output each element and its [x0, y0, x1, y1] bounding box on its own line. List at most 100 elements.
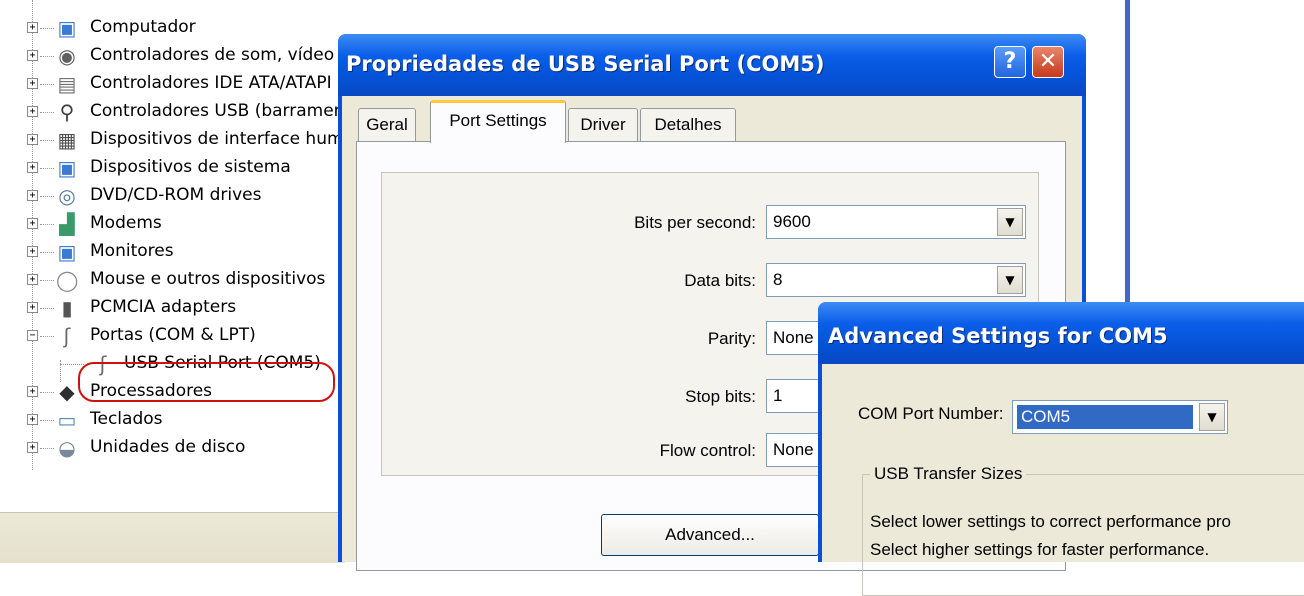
tree-connector-line — [40, 56, 54, 57]
tab-port-settings[interactable]: Port Settings — [430, 100, 566, 143]
usb-icon: ⚲ — [59, 100, 75, 124]
tree-item-label: Mouse e outros dispositivos — [90, 269, 326, 289]
tree-connector-line — [40, 280, 54, 281]
close-button[interactable]: ✕ — [1032, 46, 1064, 78]
parity-label: Parity: — [707, 329, 756, 348]
dialog-title: Advanced Settings for COM5 — [828, 324, 1168, 348]
expand-icon[interactable]: + — [27, 50, 38, 61]
status-bar — [0, 512, 345, 563]
tree-connector-line — [40, 140, 54, 141]
modem-icon: ▟ — [59, 212, 75, 236]
usb-transfer-sizes-legend: USB Transfer Sizes — [870, 464, 1027, 484]
tree-item-label: Computador — [90, 17, 196, 37]
tree-connector-line — [40, 392, 54, 393]
tree-item-label: Teclados — [90, 409, 163, 429]
tree-item-label: PCMCIA adapters — [90, 297, 237, 317]
tree-connector-line — [40, 448, 54, 449]
expand-icon[interactable]: + — [27, 274, 38, 285]
expand-icon[interactable]: + — [27, 78, 38, 89]
tree-item[interactable]: + ▣ Dispositivos de sistema — [0, 154, 345, 182]
expand-icon[interactable]: + — [27, 386, 38, 397]
tab-geral[interactable]: Geral — [358, 108, 416, 142]
tree-connector-line — [60, 364, 84, 365]
bits-per-second-value: 9600 — [773, 212, 811, 231]
stop-bits-value: 1 — [773, 386, 783, 405]
tree-item-label: DVD/CD-ROM drives — [90, 185, 262, 205]
tree-connector-line — [40, 308, 54, 309]
tree-connector-line — [40, 336, 54, 337]
tree-item-label: Controladores de som, vídeo — [90, 45, 335, 65]
data-bits-label: Data bits: — [684, 271, 756, 290]
tree-connector-line — [40, 420, 54, 421]
expand-icon[interactable]: + — [27, 414, 38, 425]
expand-icon[interactable]: + — [27, 218, 38, 229]
bits-per-second-label: Bits per second: — [634, 213, 756, 232]
tree-item-label: Controladores IDE ATA/ATAPI — [90, 73, 332, 93]
data-bits-value: 8 — [773, 270, 783, 289]
usb-transfer-sizes-group — [862, 474, 1304, 596]
chevron-down-icon[interactable]: ▼ — [997, 266, 1023, 294]
com-port-select[interactable]: COM5 ▼ — [1012, 400, 1228, 434]
keyboard-icon: ▭ — [57, 408, 77, 432]
ide-icon: ▤ — [57, 72, 77, 96]
stop-bits-label: Stop bits: — [685, 387, 756, 406]
system-icon: ▣ — [57, 156, 77, 180]
tree-item-label: Dispositivos de interface humana — [90, 129, 376, 149]
tree-item[interactable]: − ʃ Portas (COM & LPT) — [0, 322, 345, 350]
higher-settings-note: Select higher settings for faster perfor… — [870, 540, 1210, 559]
title-bar[interactable]: Advanced Settings for COM5 — [818, 302, 1304, 364]
tree-item[interactable]: + ▤ Controladores IDE ATA/ATAPI — [0, 70, 345, 98]
tree-connector-line — [40, 112, 54, 113]
tree-item-label: Monitores — [90, 241, 174, 261]
tree-connector-line — [40, 168, 54, 169]
expand-icon[interactable]: + — [27, 162, 38, 173]
tree-item-label: Dispositivos de sistema — [90, 157, 291, 177]
tree-item-label: Portas (COM & LPT) — [90, 325, 256, 345]
tree-connector-line — [40, 252, 54, 253]
tree-item[interactable]: + ◯ Mouse e outros dispositivos — [0, 266, 345, 294]
dialog-title: Propriedades de USB Serial Port (COM5) — [346, 52, 825, 76]
help-button[interactable]: ? — [994, 46, 1026, 78]
tab-detalhes[interactable]: Detalhes — [640, 108, 736, 142]
computer-icon: ▣ — [57, 16, 77, 40]
tree-item[interactable]: + ◉ Controladores de som, vídeo — [0, 42, 345, 70]
tree-item[interactable]: + ▭ Teclados — [0, 406, 345, 434]
tab-driver[interactable]: Driver — [568, 108, 638, 142]
collapse-icon[interactable]: − — [27, 330, 38, 341]
expand-icon[interactable]: + — [27, 106, 38, 117]
data-bits-select[interactable]: 8 ▼ — [766, 263, 1026, 297]
tree-item[interactable]: + ▣ Monitores — [0, 238, 345, 266]
tree-item[interactable]: + ◎ DVD/CD-ROM drives — [0, 182, 345, 210]
tree-item-label: Controladores USB (barramento — [90, 101, 362, 121]
chevron-down-icon[interactable]: ▼ — [997, 208, 1023, 236]
monitor-icon: ▣ — [57, 240, 77, 264]
tree-item[interactable]: + ▮ PCMCIA adapters — [0, 294, 345, 322]
pcmcia-icon: ▮ — [61, 296, 73, 320]
advanced-button[interactable]: Advanced... — [601, 514, 819, 556]
title-bar[interactable]: Propriedades de USB Serial Port (COM5) ?… — [338, 34, 1086, 96]
tree-connector-line — [40, 196, 54, 197]
hid-icon: ▦ — [57, 128, 77, 152]
bits-per-second-select[interactable]: 9600 ▼ — [766, 205, 1026, 239]
tree-item[interactable]: + ⚲ Controladores USB (barramento — [0, 98, 362, 126]
tree-connector-line — [40, 28, 54, 29]
highlight-annotation — [78, 362, 335, 402]
expand-icon[interactable]: + — [27, 190, 38, 201]
tree-item[interactable]: + ▦ Dispositivos de interface humana — [0, 126, 375, 154]
chevron-down-icon[interactable]: ▼ — [1199, 403, 1225, 431]
expand-icon[interactable]: + — [27, 134, 38, 145]
tree-item[interactable]: + ▣ Computador — [0, 14, 345, 42]
expand-icon[interactable]: + — [27, 246, 38, 257]
expand-icon[interactable]: + — [27, 22, 38, 33]
expand-icon[interactable]: + — [27, 442, 38, 453]
tree-connector-line — [40, 224, 54, 225]
parity-value: None — [773, 328, 814, 347]
expand-icon[interactable]: + — [27, 302, 38, 313]
tree-item[interactable]: + ▟ Modems — [0, 210, 345, 238]
flow-control-label: Flow control: — [659, 441, 756, 460]
com-port-value: COM5 — [1017, 405, 1193, 429]
tree-item-label: Unidades de disco — [90, 437, 246, 457]
processor-icon: ◆ — [59, 380, 75, 404]
tree-item[interactable]: + ◒ Unidades de disco — [0, 434, 345, 462]
mouse-icon: ◯ — [56, 268, 79, 292]
